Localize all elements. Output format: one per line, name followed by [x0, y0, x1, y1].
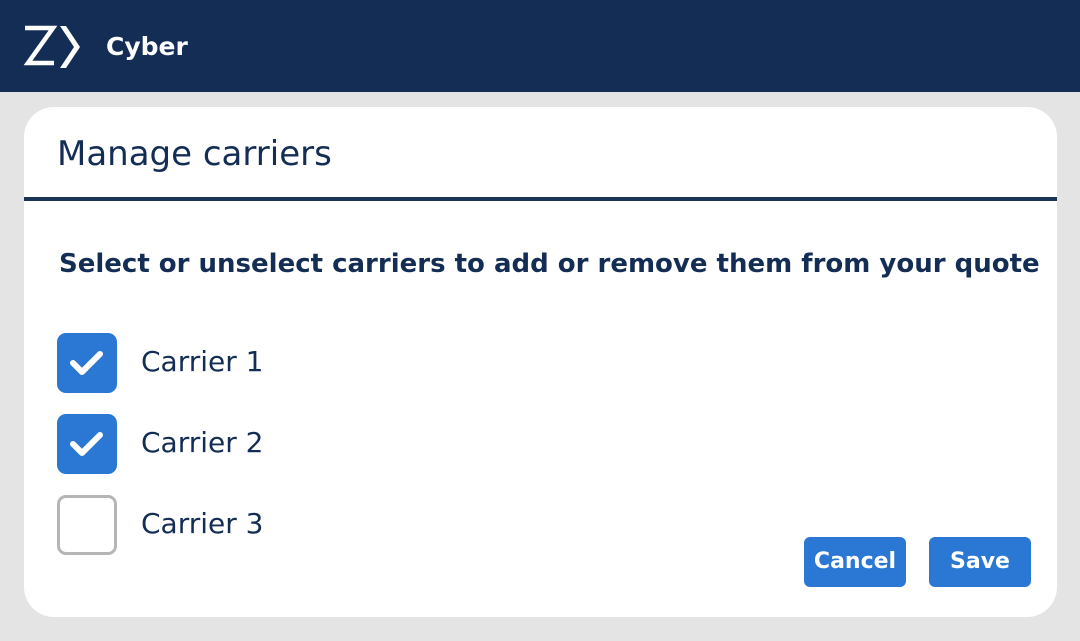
instruction-text: Select or unselect carriers to add or re…: [59, 249, 1040, 279]
title-divider: [24, 197, 1057, 201]
carrier-2-checkbox[interactable]: [57, 414, 117, 474]
carrier-2-label: Carrier 2: [141, 426, 264, 459]
carrier-3-checkbox[interactable]: [57, 495, 117, 555]
manage-carriers-dialog: Manage carriers Select or unselect carri…: [24, 107, 1057, 617]
z-chevron-logo-icon: [23, 25, 80, 68]
carrier-option-2[interactable]: Carrier 2: [57, 414, 457, 474]
dialog-title: Manage carriers: [57, 134, 332, 174]
carrier-1-checkbox[interactable]: [57, 333, 117, 393]
carrier-option-3[interactable]: Carrier 3: [57, 495, 457, 555]
checkmark-icon: [70, 351, 103, 375]
cancel-button[interactable]: Cancel: [804, 537, 906, 587]
carrier-3-label: Carrier 3: [141, 507, 264, 540]
save-button[interactable]: Save: [929, 537, 1031, 587]
app-header: Cyber: [0, 0, 1080, 92]
app-title: Cyber: [106, 32, 188, 61]
checkmark-icon: [70, 432, 103, 456]
carrier-option-1[interactable]: Carrier 1: [57, 333, 457, 393]
carrier-1-label: Carrier 1: [141, 345, 264, 378]
